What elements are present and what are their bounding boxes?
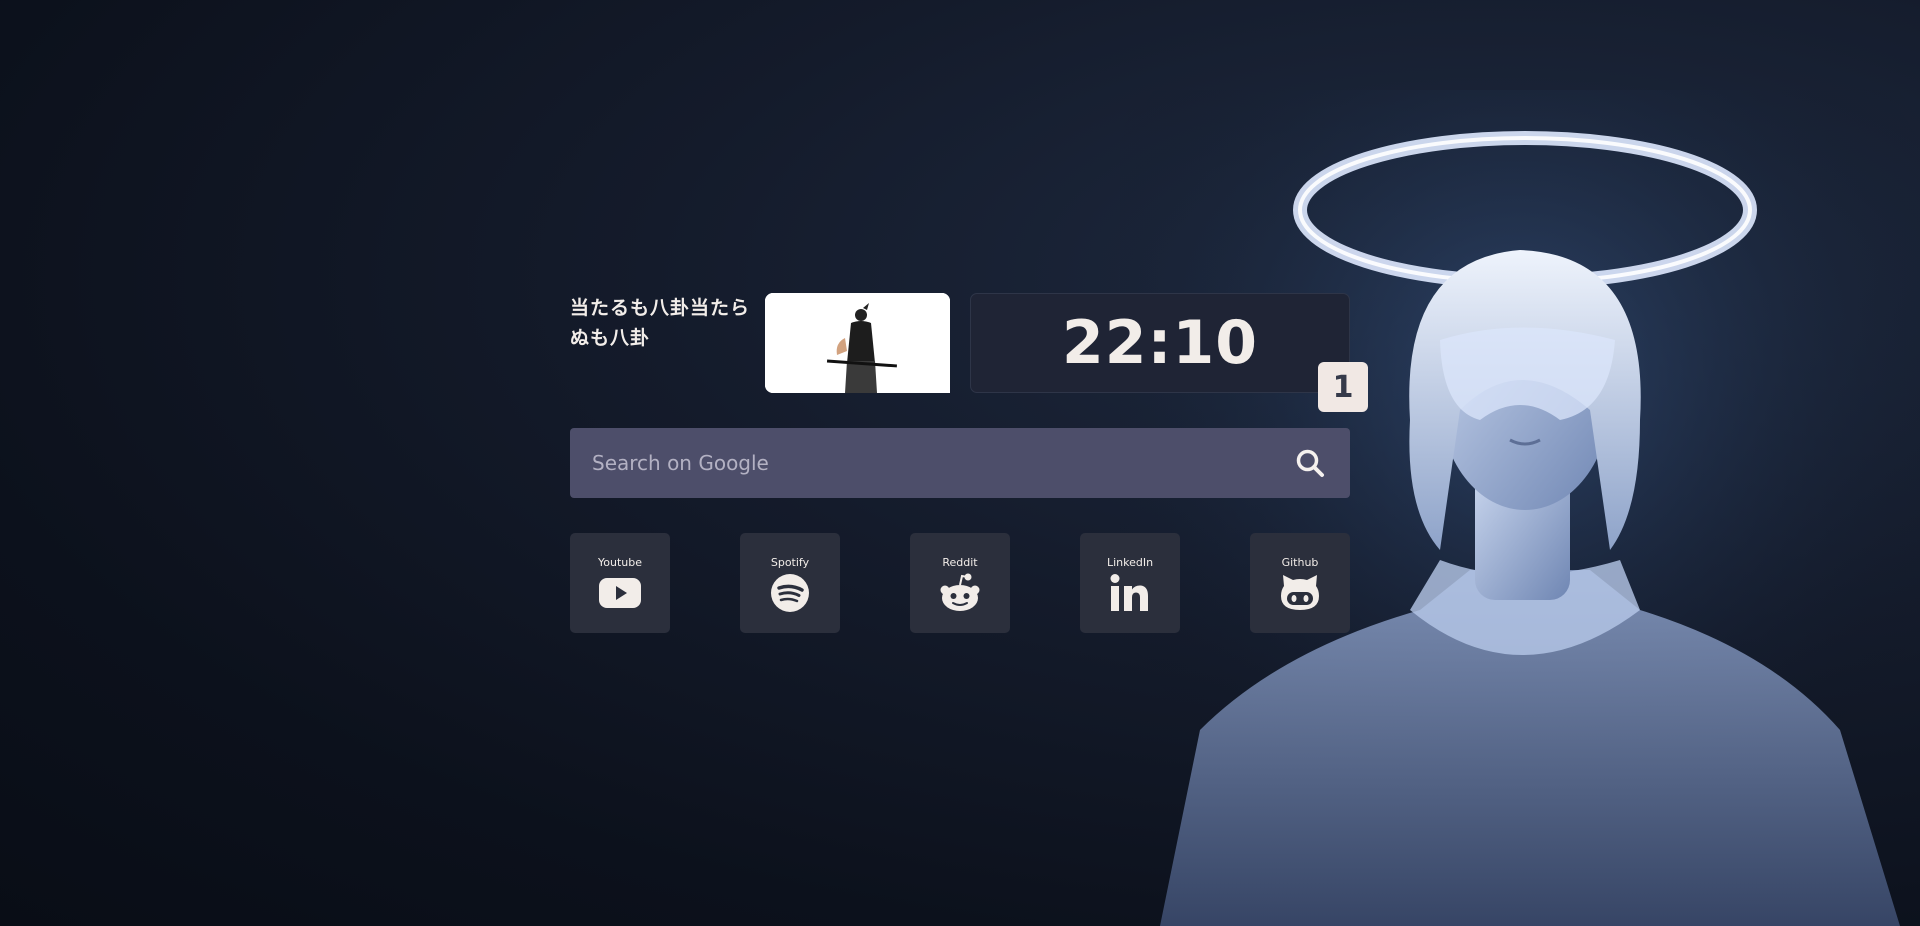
shortcut-label: Github	[1281, 556, 1319, 569]
github-icon	[1279, 573, 1321, 613]
shortcut-label: Spotify	[770, 556, 810, 569]
background-artwork	[1120, 90, 1920, 926]
search-bar	[570, 428, 1350, 498]
clock-widget: 22:10	[970, 293, 1350, 393]
shortcut-spotify[interactable]: Spotify	[740, 533, 840, 633]
search-button[interactable]	[1290, 443, 1330, 483]
search-input[interactable]	[590, 450, 1290, 476]
shortcut-reddit[interactable]: Reddit	[910, 533, 1010, 633]
samurai-image	[765, 293, 950, 393]
shortcut-linkedin[interactable]: LinkedIn	[1080, 533, 1180, 633]
shortcut-label: LinkedIn	[1106, 556, 1154, 569]
youtube-icon	[599, 573, 641, 613]
shortcut-label: Reddit	[942, 556, 978, 569]
notification-badge[interactable]: 1	[1318, 362, 1368, 412]
shortcut-label: Youtube	[598, 556, 642, 569]
linkedin-icon	[1109, 573, 1151, 613]
shortcut-github[interactable]: Github	[1250, 533, 1350, 633]
reddit-icon	[939, 573, 981, 613]
quote-text: 当たるも八卦当たらぬも八卦	[570, 297, 751, 349]
search-icon	[1296, 449, 1324, 477]
clock-time: 22:10	[1062, 308, 1258, 378]
shortcut-youtube[interactable]: Youtube	[570, 533, 670, 633]
spotify-icon	[769, 573, 811, 613]
